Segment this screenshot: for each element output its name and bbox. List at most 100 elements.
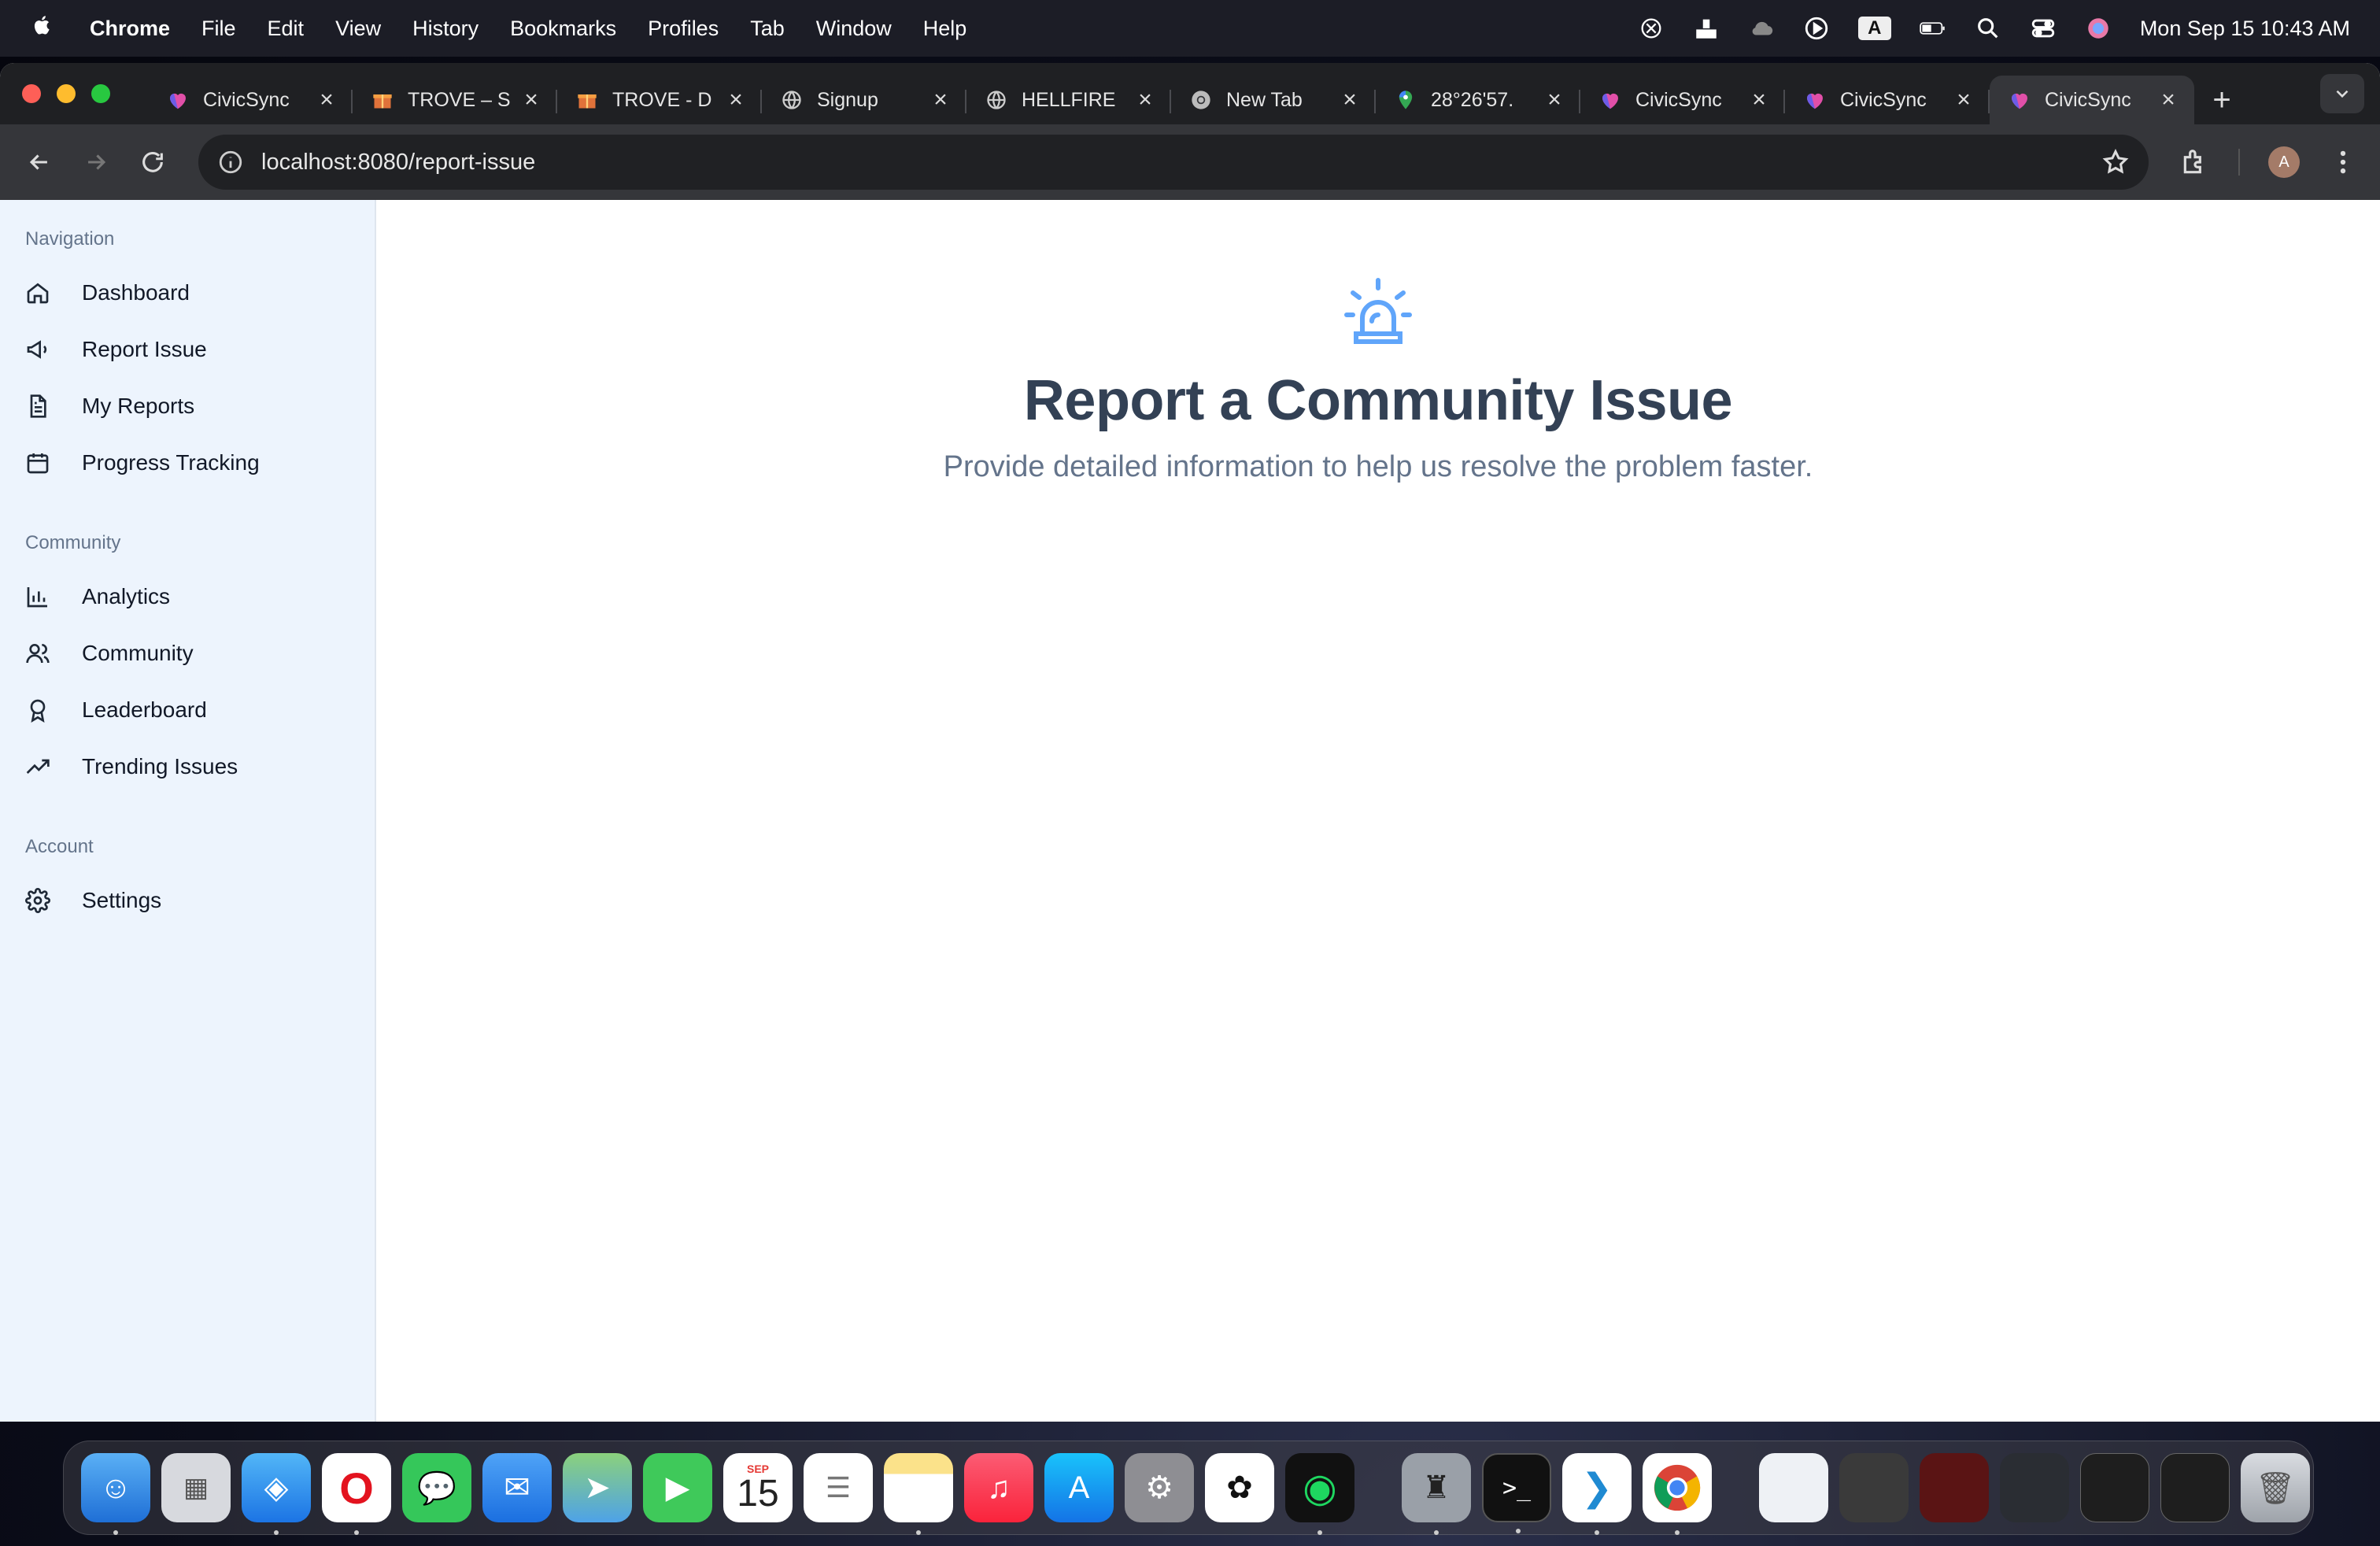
reload-button[interactable] <box>135 145 170 179</box>
browser-tab[interactable]: New Tab × <box>1171 76 1376 124</box>
bookmark-star-icon[interactable] <box>2101 148 2130 176</box>
app-status-icon[interactable] <box>1693 15 1720 42</box>
browser-tab[interactable]: Signup × <box>762 76 966 124</box>
system-settings-icon[interactable]: ⚙ <box>1125 1453 1194 1522</box>
browser-tab[interactable]: 28°26'57. × <box>1376 76 1580 124</box>
menu-file[interactable]: File <box>201 17 236 41</box>
browser-tab[interactable]: TROVE - D × <box>557 76 762 124</box>
sidebar-item-dashboard[interactable]: Dashboard <box>0 264 375 321</box>
extensions-puzzle-icon[interactable] <box>2180 147 2210 177</box>
browser-tab[interactable]: HELLFIRE × <box>966 76 1171 124</box>
automator-icon[interactable]: ♜ <box>1402 1453 1471 1535</box>
sidebar-item-progress-tracking[interactable]: Progress Tracking <box>0 435 375 491</box>
recent-window-thumbnail[interactable] <box>2080 1453 2149 1522</box>
battery-icon[interactable] <box>1920 15 1946 42</box>
tab-search-button[interactable] <box>2320 74 2364 113</box>
back-button[interactable] <box>22 145 57 179</box>
sidebar-item-my-reports[interactable]: My Reports <box>0 378 375 435</box>
menu-view[interactable]: View <box>335 17 381 41</box>
opera-icon[interactable]: O <box>322 1453 391 1535</box>
close-tab-icon[interactable]: × <box>1338 87 1362 113</box>
document-icon[interactable] <box>1759 1453 1828 1522</box>
maps-icon[interactable]: ➤ <box>563 1453 632 1522</box>
terminal-icon[interactable]: >_ <box>1482 1453 1551 1533</box>
profile-avatar[interactable]: A <box>2268 146 2300 178</box>
facetime-icon[interactable]: ▶ <box>643 1453 712 1522</box>
close-tab-icon[interactable]: × <box>1747 87 1771 113</box>
safari-icon[interactable]: ◈ <box>242 1453 311 1535</box>
zoom-window-button[interactable] <box>91 84 110 103</box>
music-icon[interactable]: ♫ <box>964 1453 1033 1522</box>
close-tab-icon[interactable]: × <box>724 87 748 113</box>
sidebar-item-trending-issues[interactable]: Trending Issues <box>0 738 375 795</box>
search-icon[interactable] <box>1975 15 2001 42</box>
menu-window[interactable]: Window <box>816 17 892 41</box>
reload-icon <box>142 152 163 172</box>
sidebar-item-report-issue[interactable]: Report Issue <box>0 321 375 378</box>
chatgpt-icon[interactable]: ✿ <box>1205 1453 1274 1522</box>
menu-history[interactable]: History <box>412 17 479 41</box>
input-source-indicator[interactable]: A <box>1857 17 1891 40</box>
reminders-icon[interactable]: ☰ <box>804 1453 873 1522</box>
close-tab-icon[interactable]: × <box>2156 87 2180 113</box>
sidebar-item-settings[interactable]: Settings <box>0 872 375 929</box>
sidebar-item-label: Community <box>82 641 194 665</box>
browser-tab[interactable]: TROVE – S × <box>353 76 557 124</box>
close-tab-icon[interactable]: × <box>519 87 543 113</box>
recent-window-thumbnail[interactable] <box>2000 1453 2069 1522</box>
minimize-window-button[interactable] <box>57 84 76 103</box>
apple-icon[interactable] <box>30 13 55 44</box>
more-vertical-icon[interactable] <box>2328 147 2358 177</box>
recent-window-thumbnail[interactable] <box>1920 1453 1989 1522</box>
close-tab-icon[interactable]: × <box>929 87 952 113</box>
site-info-icon[interactable] <box>217 149 244 176</box>
browser-tab[interactable]: CivicSync × <box>1785 76 1990 124</box>
close-window-button[interactable] <box>22 84 41 103</box>
chatgpt-status-icon[interactable] <box>1638 15 1665 42</box>
sidebar-item-label: Dashboard <box>82 280 190 305</box>
menu-bookmarks[interactable]: Bookmarks <box>510 17 616 41</box>
vscode-icon[interactable]: ❯ <box>1562 1453 1632 1535</box>
messages-icon[interactable]: 💬 <box>402 1453 471 1522</box>
spotify-icon[interactable]: ◉ <box>1285 1453 1354 1535</box>
app-store-icon[interactable]: A <box>1044 1453 1114 1522</box>
menu-help[interactable]: Help <box>923 17 967 41</box>
sidebar-item-analytics[interactable]: Analytics <box>0 568 375 625</box>
menu-edit[interactable]: Edit <box>268 17 305 41</box>
page-title: Report a Community Issue <box>1023 369 1733 432</box>
menu-tab[interactable]: Tab <box>750 17 785 41</box>
recent-window-thumbnail[interactable] <box>2160 1453 2230 1522</box>
running-indicator <box>1434 1530 1439 1535</box>
recent-window-thumbnail[interactable] <box>1839 1453 1909 1522</box>
browser-tab[interactable]: CivicSync × <box>1580 76 1785 124</box>
forward-button[interactable] <box>79 145 113 179</box>
notes-icon[interactable] <box>884 1453 953 1535</box>
finder-icon[interactable]: ☺ <box>81 1453 150 1535</box>
launchpad-icon[interactable]: ▦ <box>161 1453 231 1522</box>
control-center-icon[interactable] <box>2030 15 2057 42</box>
chrome-icon[interactable] <box>1643 1453 1712 1535</box>
calendar-icon[interactable]: SEP 15 <box>723 1453 793 1522</box>
play-circle-icon[interactable] <box>1803 15 1830 42</box>
close-tab-icon[interactable]: × <box>1133 87 1157 113</box>
url-text[interactable]: localhost:8080/report-issue <box>261 150 2101 176</box>
browser-tab[interactable]: CivicSync × <box>148 76 353 124</box>
sidebar-item-leaderboard[interactable]: Leaderboard <box>0 682 375 738</box>
close-tab-icon[interactable]: × <box>315 87 338 113</box>
new-tab-button[interactable]: + <box>2194 76 2249 124</box>
trash-icon[interactable]: 🗑 <box>2241 1453 2310 1522</box>
sidebar-item-label: My Reports <box>82 394 195 418</box>
mail-icon[interactable]: ✉ <box>482 1453 552 1522</box>
browser-tab-active[interactable]: CivicSync × <box>1990 76 2194 124</box>
cloud-icon[interactable] <box>1748 15 1775 42</box>
sidebar-item-community[interactable]: Community <box>0 625 375 682</box>
clock[interactable]: Mon Sep 15 10:43 AM <box>2140 17 2350 41</box>
close-tab-icon[interactable]: × <box>1952 87 1975 113</box>
close-tab-icon[interactable]: × <box>1543 87 1566 113</box>
running-indicator <box>113 1530 118 1535</box>
address-bar[interactable]: localhost:8080/report-issue <box>198 135 2149 190</box>
menu-app-name[interactable]: Chrome <box>90 17 170 41</box>
calendar-day: 15 <box>737 1473 779 1515</box>
menu-profiles[interactable]: Profiles <box>648 17 719 41</box>
siri-icon[interactable] <box>2085 15 2112 42</box>
